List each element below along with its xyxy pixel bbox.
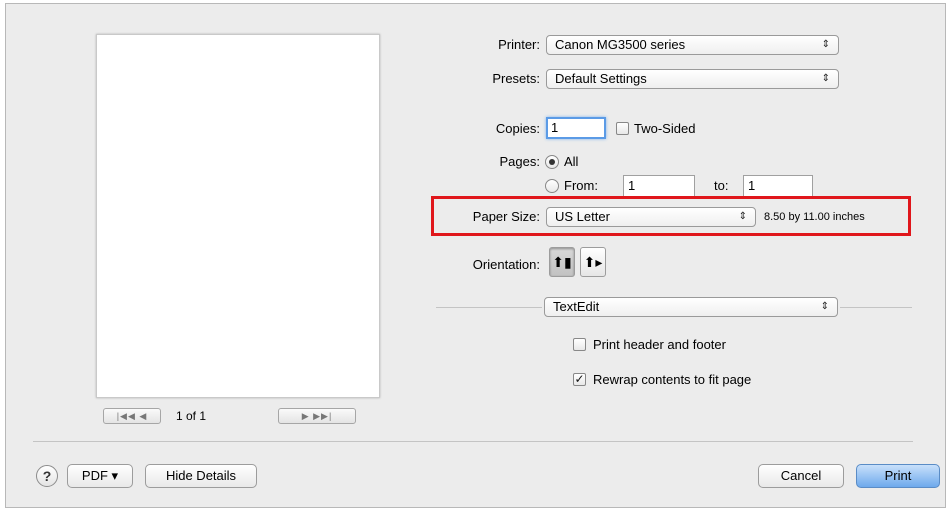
copies-field[interactable]: 1 — [546, 117, 606, 139]
print-button[interactable]: Print — [856, 464, 940, 488]
cancel-button[interactable]: Cancel — [758, 464, 844, 488]
preview-next-last-buttons[interactable]: ▶ ▶▶| — [278, 408, 356, 424]
portrait-orientation-icon: ⬆▮ — [552, 254, 572, 270]
orientation-label: Orientation: — [472, 257, 540, 272]
print-preview-page — [96, 34, 380, 398]
section-popup[interactable]: TextEdit ⇕ — [544, 297, 838, 317]
previous-page-icon[interactable]: ◀ — [139, 411, 147, 421]
next-page-icon[interactable]: ▶ — [302, 411, 310, 421]
section-value: TextEdit — [553, 299, 600, 314]
two-sided-checkbox[interactable] — [616, 122, 629, 135]
two-sided-label: Two-Sided — [634, 121, 696, 136]
first-page-icon[interactable]: |◀◀ — [117, 411, 136, 421]
pages-label: Pages: — [499, 154, 540, 169]
print-header-footer-label: Print header and footer — [593, 337, 726, 352]
pages-from-label: From: — [564, 178, 598, 193]
rewrap-label: Rewrap contents to fit page — [593, 372, 752, 387]
printer-label: Printer: — [498, 37, 540, 52]
printer-value: Canon MG3500 series — [555, 37, 686, 52]
landscape-orientation-icon: ⬆▸ — [583, 254, 603, 270]
presets-label: Presets: — [492, 71, 540, 86]
printer-popup[interactable]: Canon MG3500 series ⇕ — [546, 35, 839, 55]
footer-separator — [33, 441, 913, 442]
popup-arrows-icon: ⇕ — [821, 39, 830, 50]
section-separator-right — [840, 307, 912, 308]
popup-arrows-icon: ⇕ — [821, 73, 830, 84]
section-separator-left — [436, 307, 542, 308]
landscape-orientation-button[interactable]: ⬆▸ — [580, 247, 606, 277]
presets-popup[interactable]: Default Settings ⇕ — [546, 69, 839, 89]
pages-all-radio[interactable] — [545, 155, 559, 169]
rewrap-checkbox[interactable]: ✓ — [573, 373, 586, 386]
check-icon: ✓ — [574, 372, 585, 386]
preview-first-prev-buttons[interactable]: |◀◀ ◀ — [103, 408, 161, 424]
pdf-menu-button[interactable]: PDF ▾ — [67, 464, 133, 488]
pages-from-field[interactable]: 1 — [623, 175, 695, 197]
portrait-orientation-button[interactable]: ⬆▮ — [549, 247, 575, 277]
paper-size-highlight — [431, 196, 911, 236]
hide-details-button[interactable]: Hide Details — [145, 464, 257, 488]
pages-to-field[interactable]: 1 — [743, 175, 813, 197]
pages-all-label: All — [564, 154, 579, 169]
presets-value: Default Settings — [555, 71, 647, 86]
copies-label: Copies: — [495, 121, 540, 136]
pages-from-radio[interactable] — [545, 179, 559, 193]
print-dialog: |◀◀ ◀ 1 of 1 ▶ ▶▶| Printer: Canon MG3500… — [5, 3, 946, 508]
help-button[interactable]: ? — [36, 465, 58, 487]
page-indicator: 1 of 1 — [176, 409, 207, 423]
print-header-footer-checkbox[interactable] — [573, 338, 586, 351]
last-page-icon[interactable]: ▶▶| — [313, 411, 332, 421]
popup-arrows-icon: ⇕ — [820, 301, 829, 312]
pages-to-label: to: — [714, 178, 729, 193]
